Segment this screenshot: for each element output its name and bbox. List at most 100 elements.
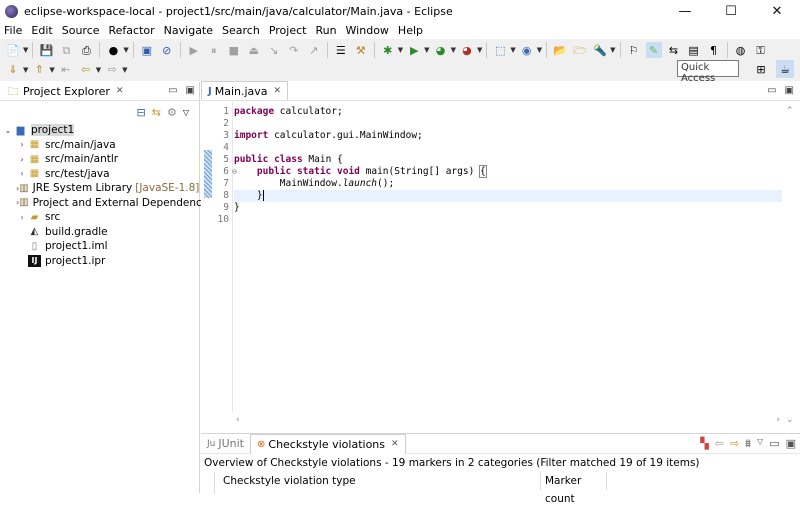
next-annotation-dropdown-icon[interactable]: ▼	[23, 66, 28, 74]
close-button[interactable]: ✕	[754, 0, 800, 22]
back-dropdown-icon[interactable]: ▼	[96, 66, 101, 74]
tab-checkstyle-violations[interactable]: ⊗ Checkstyle violations ✕	[250, 433, 406, 454]
collapsed-arrow-icon[interactable]: ›	[16, 155, 28, 164]
back-icon[interactable]: ⇦	[715, 437, 724, 451]
debug-dropdown-icon[interactable]: ▼	[398, 46, 403, 54]
external-tools-dropdown-icon[interactable]: ▼	[477, 46, 482, 54]
step-return-icon[interactable]: ↗	[306, 42, 322, 58]
editor-tab-main-java[interactable]: J Main.java ✕	[201, 81, 289, 100]
resume-icon[interactable]: ▶	[186, 42, 202, 58]
run-dropdown-icon[interactable]: ▼	[424, 46, 429, 54]
open-perspective-icon[interactable]: ⊞	[752, 60, 770, 78]
minimize-view-icon[interactable]: ▭	[769, 437, 779, 451]
scroll-right-icon[interactable]: ›	[776, 415, 780, 425]
new-java-class-icon[interactable]: ◉	[519, 42, 535, 58]
menu-source[interactable]: Source	[58, 24, 105, 37]
close-icon[interactable]: ✕	[274, 86, 282, 96]
skip-breakpoints-icon[interactable]: ⊘	[159, 42, 175, 58]
disconnect-icon[interactable]: ⏏	[246, 42, 262, 58]
scroll-down-icon[interactable]: ⌄	[786, 415, 794, 425]
menu-edit[interactable]: Edit	[27, 24, 57, 37]
menu-project[interactable]: Project	[265, 24, 312, 37]
previous-annotation-dropdown-icon[interactable]: ▼	[49, 66, 54, 74]
tree-item-build-gradle[interactable]: ◭ build.gradle	[0, 225, 199, 240]
suspend-icon[interactable]: ⏸	[206, 42, 222, 58]
filters-icon[interactable]: ⚙	[167, 106, 177, 119]
filter-icon[interactable]: ⩩	[745, 437, 751, 451]
tree-item-src-main-java[interactable]: › ▦ src/main/java	[0, 138, 199, 153]
vertical-scrollbar[interactable]: ⌃ ⌄	[782, 102, 800, 429]
java-perspective-icon[interactable]: ☕	[776, 60, 794, 78]
new-dropdown-icon[interactable]: ▼	[23, 46, 28, 54]
menu-window[interactable]: Window	[342, 24, 394, 37]
drop-to-frame-icon[interactable]: ☰	[333, 42, 349, 58]
account-icon[interactable]: ●	[105, 42, 121, 58]
step-over-icon[interactable]: ↷	[286, 42, 302, 58]
tree-item-jre-system-library[interactable]: › ▥ JRE System Library [JavaSE-1.8]	[0, 181, 199, 196]
forward-dropdown-icon[interactable]: ▼	[122, 66, 127, 74]
column-header-marker-count[interactable]: Marker count	[541, 472, 607, 505]
collapse-all-icon[interactable]: ⊟	[137, 106, 146, 119]
project-explorer-tab[interactable]: 🗀 Project Explorer ✕	[0, 83, 124, 99]
toggle-highlight-icon[interactable]: ✎	[645, 42, 662, 58]
forward-icon[interactable]: ⇨	[104, 62, 120, 78]
terminate-icon[interactable]: ■	[226, 42, 242, 58]
back-icon[interactable]: ⇦	[78, 62, 94, 78]
quick-access-input[interactable]: Quick Access	[677, 60, 739, 84]
tree-item-project1-ipr[interactable]: IJ project1.ipr	[0, 254, 199, 269]
column-header-violation-type[interactable]: Checkstyle violation type	[201, 472, 541, 490]
globe-icon[interactable]: ◍	[733, 42, 749, 58]
chart-icon[interactable]: ▚	[700, 437, 708, 451]
editor-body[interactable]: 1 2 3 4 5 6 ⊖ 7 8 9 10 package calculator…	[201, 102, 800, 429]
use-step-filters-icon[interactable]: ⚒	[353, 42, 369, 58]
maximize-view-icon[interactable]: ▣	[186, 85, 195, 96]
tree-item-src-main-antlr[interactable]: › ▦ src/main/antlr	[0, 152, 199, 167]
code-text[interactable]: package calculator; import calculator.gu…	[234, 106, 782, 226]
step-into-icon[interactable]: ↘	[266, 42, 282, 58]
run-icon[interactable]: ▶	[406, 42, 422, 58]
new-java-project-icon[interactable]: ⬚	[492, 42, 508, 58]
save-icon[interactable]: 💾	[38, 42, 54, 58]
next-annotation-icon[interactable]: ⇓	[5, 62, 21, 78]
new-java-class-dropdown-icon[interactable]: ▼	[537, 46, 542, 54]
show-whitespace-icon[interactable]: ▤	[686, 42, 702, 58]
close-icon[interactable]: ✕	[116, 86, 124, 96]
coverage-icon[interactable]: ◕	[433, 42, 449, 58]
collapsed-arrow-icon[interactable]: ›	[16, 140, 28, 149]
new-java-project-dropdown-icon[interactable]: ▼	[510, 46, 515, 54]
maximize-view-icon[interactable]: ▣	[785, 85, 794, 96]
external-tools-icon[interactable]: ◕	[459, 42, 475, 58]
search-icon[interactable]: 🔦	[592, 42, 608, 58]
open-type-icon[interactable]: 📂	[552, 42, 568, 58]
toggle-mark-occurrences-icon[interactable]: ⚐	[626, 42, 642, 58]
menu-help[interactable]: Help	[394, 24, 428, 37]
tree-item-project-dependencies[interactable]: › ▥ Project and External Dependencies	[0, 196, 217, 211]
save-all-icon[interactable]: ⧉	[58, 42, 74, 58]
expanded-arrow-icon[interactable]: ⌄	[2, 126, 14, 135]
new-icon[interactable]: 📄	[5, 42, 21, 58]
minimize-view-icon[interactable]: ▭	[168, 85, 177, 96]
menu-navigate[interactable]: Navigate	[160, 24, 218, 37]
scroll-up-icon[interactable]: ⌃	[786, 106, 794, 116]
link-with-editor-icon[interactable]: ⇆	[152, 106, 161, 119]
coverage-dropdown-icon[interactable]: ▼	[451, 46, 456, 54]
terminal-icon[interactable]: ▣	[139, 42, 155, 58]
collapsed-arrow-icon[interactable]: ›	[16, 213, 28, 222]
tree-item-project1-iml[interactable]: ▯ project1.iml	[0, 239, 199, 254]
last-edit-location-icon[interactable]: ⇤	[58, 62, 74, 78]
close-icon[interactable]: ✕	[391, 439, 399, 449]
maximize-view-icon[interactable]: ▣	[786, 437, 796, 451]
view-menu-icon[interactable]: ▽	[183, 108, 189, 117]
scroll-left-icon[interactable]: ‹	[236, 415, 240, 425]
menu-file[interactable]: File	[0, 24, 27, 37]
menu-run[interactable]: Run	[311, 24, 341, 37]
tree-item-src[interactable]: › ▰ src	[0, 210, 199, 225]
previous-annotation-icon[interactable]: ⇑	[31, 62, 47, 78]
block-selection-icon[interactable]: ⇆	[666, 42, 682, 58]
minimize-view-icon[interactable]: ▭	[767, 85, 776, 96]
collapsed-arrow-icon[interactable]: ›	[16, 169, 28, 178]
view-menu-icon[interactable]: ▽	[757, 437, 763, 451]
print-icon[interactable]: ⎙	[78, 42, 94, 58]
horizontal-scrollbar[interactable]: ‹ ›	[234, 415, 782, 429]
search-dropdown-icon[interactable]: ▼	[610, 46, 615, 54]
